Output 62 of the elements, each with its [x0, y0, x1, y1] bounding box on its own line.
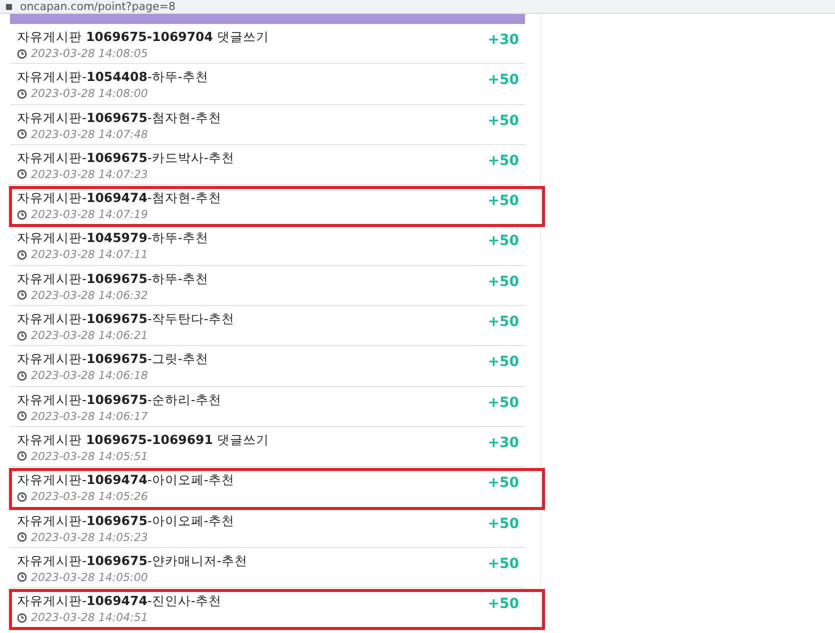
entry-time: 2023-03-28 14:06:17: [31, 410, 148, 423]
points-value: +50: [488, 193, 519, 212]
clock-icon: [17, 88, 27, 99]
entry-title: 자유게시판-1069675-카드박사-추천: [17, 148, 234, 166]
clock-icon: [17, 129, 27, 140]
entry-title: 자유게시판-1069474-아이오페-추천: [17, 471, 234, 488]
clock-icon: [17, 492, 27, 502]
entry-time: 2023-03-28 14:07:23: [31, 168, 148, 181]
lock-icon: [6, 4, 12, 10]
points-value: +30: [488, 32, 519, 50]
entry-time: 2023-03-28 14:06:18: [31, 369, 148, 382]
entry-time: 2023-03-28 14:04:51: [31, 611, 148, 624]
entry-title: 자유게시판 1069675-1069704 댓글쓰기: [17, 28, 269, 45]
entry-time: 2023-03-28 14:07:48: [31, 128, 148, 141]
entry-time: 2023-03-28 14:07:19: [31, 208, 148, 222]
clock-icon: [17, 451, 27, 462]
address-url[interactable]: oncapan.com/point?page=8: [20, 0, 176, 13]
points-value: +50: [488, 72, 519, 90]
entry-title: 자유게시판-1069675-얀카매니저-추천: [17, 552, 248, 569]
entry-title: 자유게시판-1069675-아이오페-추천: [17, 512, 234, 529]
points-value: +30: [488, 434, 519, 453]
clock-icon: [17, 169, 27, 180]
points-value: +50: [488, 556, 519, 574]
entry-time: 2023-03-28 14:08:00: [31, 87, 148, 100]
entry-time: 2023-03-28 14:05:23: [31, 530, 148, 544]
points-value: +50: [488, 516, 519, 534]
entry-title: 자유게시판-1045979-하뚜-추천: [17, 229, 208, 246]
points-value: +50: [488, 354, 519, 372]
entry-time: 2023-03-28 14:05:26: [31, 490, 148, 504]
points-value: +50: [488, 233, 519, 252]
entry-title: 자유게시판-1069474-첨자현-추천: [17, 189, 222, 206]
entry-title: 자유게시판-1054408-하뚜-추천: [17, 68, 208, 86]
entry-title: 자유게시판-1069675-그릿-추천: [17, 350, 208, 368]
clock-icon: [17, 411, 27, 422]
entry-title: 자유게시판-1069675-순하리-추천: [17, 390, 222, 408]
entry-title: 자유게시판-1069675-첨자현-추천: [17, 108, 222, 126]
entry-time: 2023-03-28 14:07:11: [31, 248, 148, 262]
clock-icon: [17, 250, 27, 260]
points-value: +50: [488, 596, 519, 614]
clock-icon: [17, 210, 27, 220]
entry-title: 자유게시판-1069474-진인사-추천: [17, 592, 222, 610]
clock-icon: [17, 532, 27, 542]
clock-icon: [17, 330, 27, 341]
points-value: +50: [488, 152, 519, 171]
entry-title: 자유게시판 1069675-1069691 댓글쓰기: [17, 430, 269, 448]
clock-icon: [17, 572, 27, 582]
clock-icon: [17, 612, 27, 623]
entry-title: 자유게시판-1069675-작두탄다-추천: [17, 310, 234, 328]
points-value: +50: [488, 394, 519, 413]
entry-time: 2023-03-28 14:06:32: [31, 288, 148, 302]
points-value: +50: [488, 314, 519, 332]
entry-time: 2023-03-28 14:05:51: [31, 450, 148, 463]
entry-time: 2023-03-28 14:06:21: [31, 329, 148, 342]
entry-title: 자유게시판-1069675-하뚜-추천: [17, 270, 208, 287]
points-value: +50: [488, 274, 519, 292]
clock-icon: [17, 290, 27, 300]
entry-time: 2023-03-28 14:05:00: [31, 570, 148, 584]
points-value: +50: [488, 112, 519, 131]
points-value: +50: [488, 475, 519, 494]
clock-icon: [17, 48, 27, 58]
clock-icon: [17, 370, 27, 381]
entry-time: 2023-03-28 14:08:05: [31, 47, 148, 60]
